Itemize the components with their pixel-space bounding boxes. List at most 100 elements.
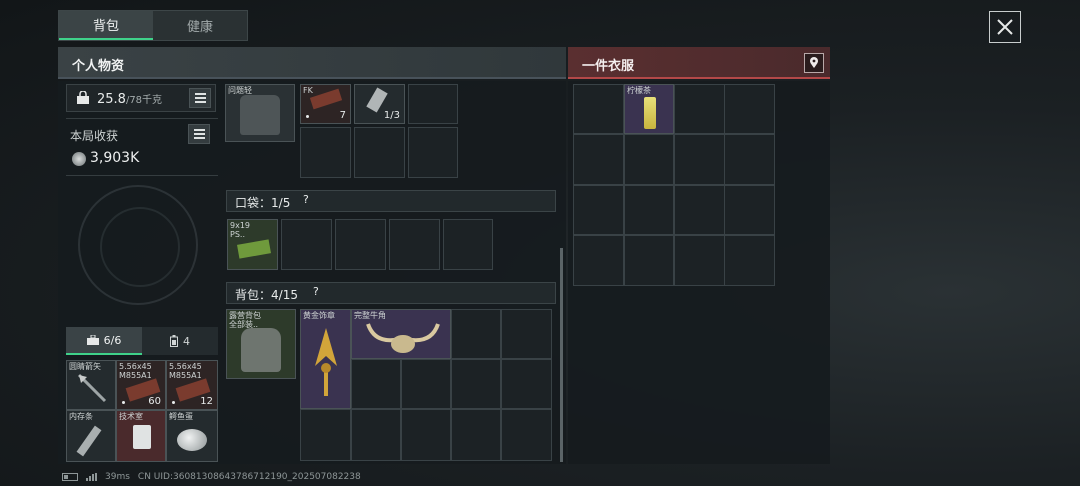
empty-slot[interactable] — [674, 134, 725, 185]
pocket-count: 1/5 — [271, 196, 291, 210]
backpack-help-icon[interactable]: ? — [313, 285, 319, 298]
quick-slot-item[interactable]: 技术室 — [116, 410, 166, 462]
quick-slot-item[interactable]: 圆睛箭矢 — [66, 360, 116, 410]
clothes-item-lemon-tea[interactable]: 柠檬茶 — [624, 84, 674, 134]
container-title: 一件衣服 — [582, 59, 635, 74]
weight-value: 25.8/78千克 — [97, 92, 163, 107]
pocket-section-bar: 口袋：1/5 ? — [226, 190, 556, 212]
weight-icon — [77, 91, 89, 104]
arrow-item-icon — [77, 373, 107, 403]
backpack-count: 4/15 — [271, 288, 298, 302]
empty-slot[interactable] — [354, 127, 405, 178]
item-quantity: 12 — [200, 396, 213, 407]
top-tab-bar: 背包 健康 — [58, 10, 248, 41]
battery-icon — [170, 335, 178, 347]
empty-slot[interactable] — [724, 235, 775, 286]
quick-slot-item[interactable]: 内存条 — [66, 410, 116, 462]
empty-slot[interactable] — [501, 359, 552, 409]
quick-slot-item[interactable]: 5.56x45 M855A1 12 — [166, 360, 218, 410]
document-icon — [133, 425, 151, 449]
backpack-item-horn[interactable]: 完整牛角 — [351, 309, 451, 359]
empty-slot[interactable] — [451, 309, 501, 359]
ammo-box-icon — [309, 88, 343, 110]
battery-icon — [62, 473, 78, 481]
empty-slot[interactable] — [389, 219, 440, 270]
tab-backpack[interactable]: 背包 — [59, 11, 153, 40]
empty-slot[interactable] — [674, 185, 725, 235]
locate-button[interactable] — [804, 53, 824, 73]
empty-slot[interactable] — [300, 127, 351, 178]
ammo-box-icon — [237, 239, 271, 259]
memory-stick-icon — [76, 425, 102, 457]
harvest-value: 3,903K — [90, 150, 140, 166]
empty-slot[interactable] — [401, 359, 451, 409]
item-name: 圆睛箭矢 — [69, 362, 101, 371]
empty-slot[interactable] — [624, 235, 674, 286]
tab-quick-consumables[interactable]: 4 — [142, 327, 218, 355]
signal-icon — [86, 473, 97, 481]
item-quantity: 1/3 — [383, 110, 400, 121]
item-dot — [306, 115, 309, 118]
empty-slot[interactable] — [300, 409, 351, 461]
backpack-item-gold-badge[interactable]: 黄金饰章 — [300, 309, 351, 409]
empty-slot[interactable] — [573, 185, 624, 235]
weight-max: /78千克 — [125, 95, 163, 106]
tab-quick-tools[interactable]: 6/6 — [66, 327, 142, 355]
scrollbar[interactable] — [560, 248, 563, 462]
empty-slot[interactable] — [724, 84, 775, 134]
container-header: 一件衣服 — [568, 47, 830, 79]
equipped-vest-item[interactable]: 问题轻 — [225, 84, 295, 142]
empty-slot[interactable] — [573, 84, 624, 134]
empty-slot[interactable] — [724, 185, 775, 235]
item-dot — [122, 401, 125, 404]
backpack-icon — [241, 328, 281, 372]
empty-slot[interactable] — [501, 309, 552, 359]
equipped-backpack-item[interactable]: 露营背包 全部装.. — [226, 309, 296, 379]
empty-slot[interactable] — [624, 185, 674, 235]
divider — [66, 118, 218, 119]
uid-text: CN UID:36081308643786712190_202507082238 — [137, 472, 361, 482]
item-dot — [172, 401, 175, 404]
close-button[interactable] — [989, 11, 1021, 43]
coin-icon — [72, 152, 86, 166]
empty-slot[interactable] — [624, 134, 674, 185]
backpack-grid-item[interactable]: 1/3 — [354, 84, 405, 124]
quick-slot-item[interactable]: 5.56x45 M855A1 60 — [116, 360, 166, 410]
backpack-grid-item[interactable]: FK 7 — [300, 84, 351, 124]
pocket-item[interactable]: 9x19 PS.. — [227, 219, 278, 270]
toolbox-icon — [86, 335, 99, 345]
empty-slot[interactable] — [335, 219, 386, 270]
empty-slot[interactable] — [401, 409, 451, 461]
personal-supplies-title: 个人物资 — [72, 59, 125, 74]
weight-list-button[interactable] — [189, 88, 211, 108]
empty-slot[interactable] — [408, 84, 458, 124]
tab-health[interactable]: 健康 — [153, 11, 247, 40]
empty-slot[interactable] — [281, 219, 332, 270]
empty-slot[interactable] — [408, 127, 458, 178]
empty-slot[interactable] — [573, 134, 624, 185]
ping-value: 39ms — [105, 472, 130, 482]
backpack-label: 背包：4/15 — [235, 288, 298, 302]
empty-slot[interactable] — [351, 359, 401, 409]
backpack-section-bar: 背包：4/15 ? — [226, 282, 556, 304]
empty-slot[interactable] — [451, 359, 501, 409]
empty-slot[interactable] — [351, 409, 401, 461]
item-name: 柠檬茶 — [627, 86, 651, 95]
quick-slot-item[interactable]: 鳄鱼蛋 — [166, 410, 218, 462]
quick-slot-tabs: 6/6 4 — [66, 327, 218, 355]
harvest-list-button[interactable] — [188, 124, 210, 144]
empty-slot[interactable] — [451, 409, 501, 461]
empty-slot[interactable] — [674, 235, 725, 286]
empty-slot[interactable] — [501, 409, 552, 461]
empty-slot[interactable] — [573, 235, 624, 286]
status-bar: 39ms CN UID:36081308643786712190_2025070… — [62, 472, 361, 482]
pocket-help-icon[interactable]: ? — [303, 193, 309, 206]
item-quantity: 7 — [339, 110, 346, 121]
empty-slot[interactable] — [443, 219, 493, 270]
empty-slot[interactable] — [724, 134, 775, 185]
divider — [66, 175, 218, 176]
item-quantity: 60 — [148, 396, 161, 407]
location-pin-icon — [810, 57, 818, 68]
empty-slot[interactable] — [674, 84, 725, 134]
item-name: 问题轻 — [228, 86, 252, 95]
